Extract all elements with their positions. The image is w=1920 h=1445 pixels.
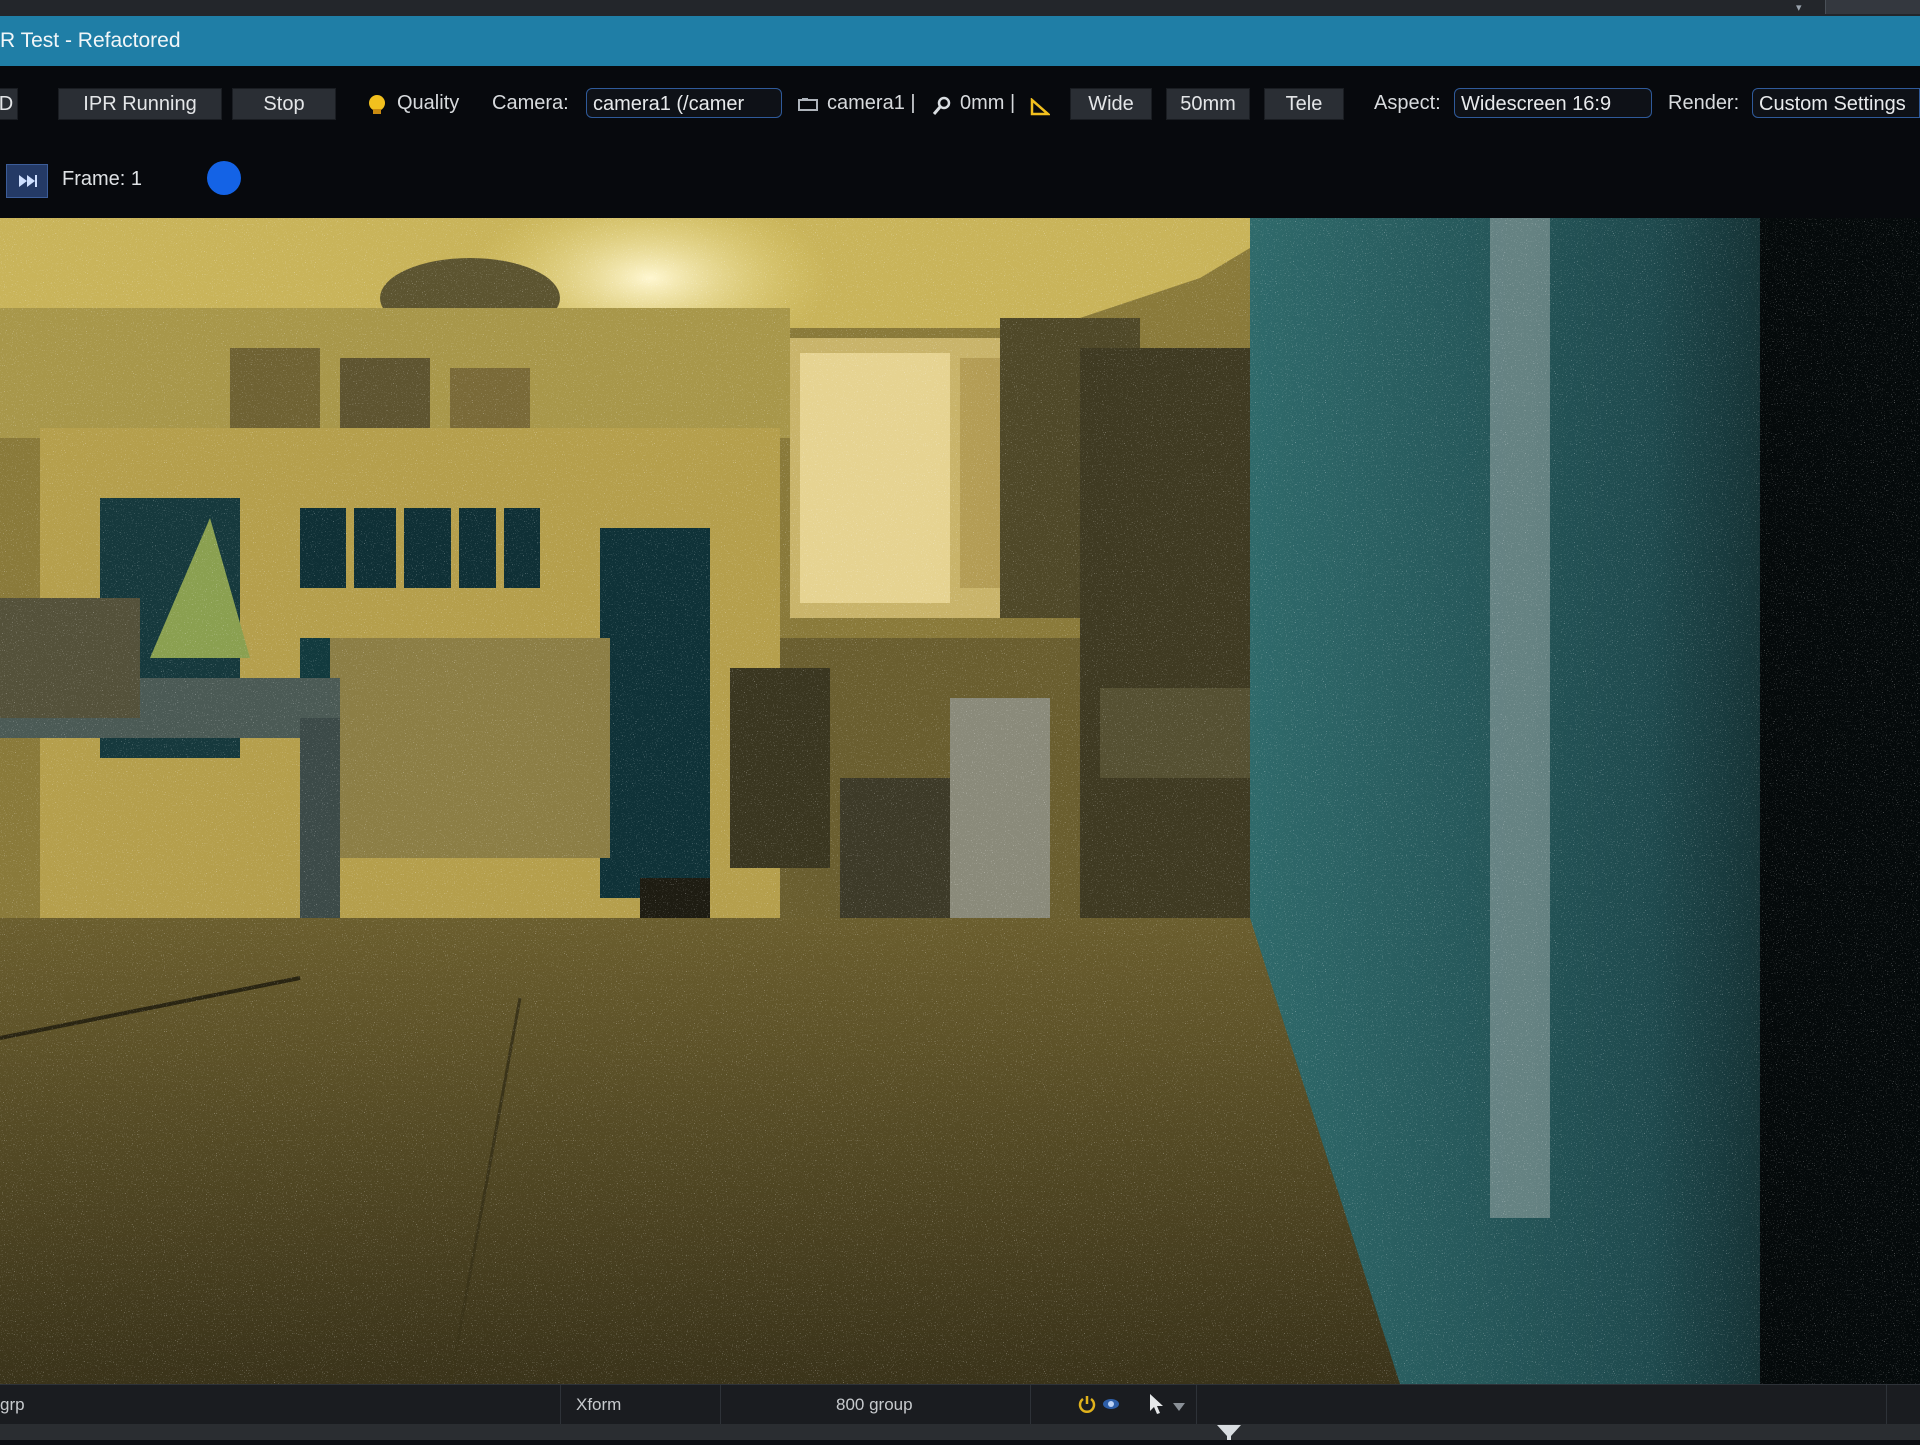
frame-bar: Frame: 1	[0, 144, 1920, 218]
focal-readout: 0mm |	[960, 92, 1016, 114]
top-right-tab[interactable]	[1825, 0, 1920, 14]
render-select[interactable]: Custom Settings	[1752, 88, 1920, 118]
tele-button[interactable]: Tele	[1264, 88, 1344, 120]
render-viewport[interactable]	[0, 218, 1920, 1384]
wide-button[interactable]: Wide	[1070, 88, 1152, 120]
cursor-icon[interactable]	[1148, 1393, 1164, 1420]
triangle-icon[interactable]	[1030, 97, 1052, 121]
status-bar: grp Xform 800 group	[0, 1384, 1920, 1425]
camera-readout: camera1 |	[827, 92, 916, 114]
quality-bulb-icon[interactable]	[366, 94, 388, 121]
status-group-text: 800 group	[836, 1395, 913, 1414]
zoom-icon	[932, 96, 952, 121]
status-divider	[1886, 1385, 1887, 1425]
render-label: Render:	[1668, 92, 1740, 114]
render-status-dot[interactable]	[206, 160, 242, 196]
window-title: R Test - Refactored	[0, 29, 181, 52]
camera-select[interactable]: camera1 (/camer	[586, 88, 782, 118]
camera-icon	[798, 98, 818, 117]
aspect-select[interactable]: Widescreen 16:9	[1454, 88, 1652, 118]
camera-label: Camera:	[492, 92, 569, 114]
status-divider	[560, 1385, 561, 1425]
chevron-down-icon[interactable]: ▾	[1796, 1, 1802, 14]
aspect-label: Aspect:	[1374, 92, 1441, 114]
status-divider	[720, 1385, 721, 1425]
fifty-mm-button[interactable]: 50mm	[1166, 88, 1250, 120]
stop-button[interactable]: Stop	[232, 88, 336, 120]
ipr-running-button[interactable]: IPR Running	[58, 88, 222, 120]
render-toolbar: D IPR Running Stop Quality Camera: camer…	[0, 66, 1920, 144]
dropdown-arrow-icon[interactable]	[1172, 1399, 1186, 1417]
power-icon[interactable]	[1078, 1395, 1096, 1418]
eye-icon[interactable]	[1102, 1397, 1120, 1416]
frame-label: Frame: 1	[62, 168, 143, 190]
filter-icon[interactable]	[1216, 1424, 1242, 1445]
quality-label[interactable]: Quality	[397, 92, 459, 115]
top-strip: ▾	[0, 0, 1920, 17]
bottom-strip	[0, 1424, 1920, 1440]
play-forward-icon	[19, 175, 37, 187]
status-left-text: grp	[0, 1395, 25, 1414]
title-bar: R Test - Refactored	[0, 16, 1920, 66]
status-divider	[1030, 1385, 1031, 1425]
partial-button[interactable]: D	[0, 88, 18, 120]
play-forward-button[interactable]	[6, 164, 48, 198]
status-divider	[1196, 1385, 1197, 1425]
status-xform-text: Xform	[576, 1395, 622, 1414]
